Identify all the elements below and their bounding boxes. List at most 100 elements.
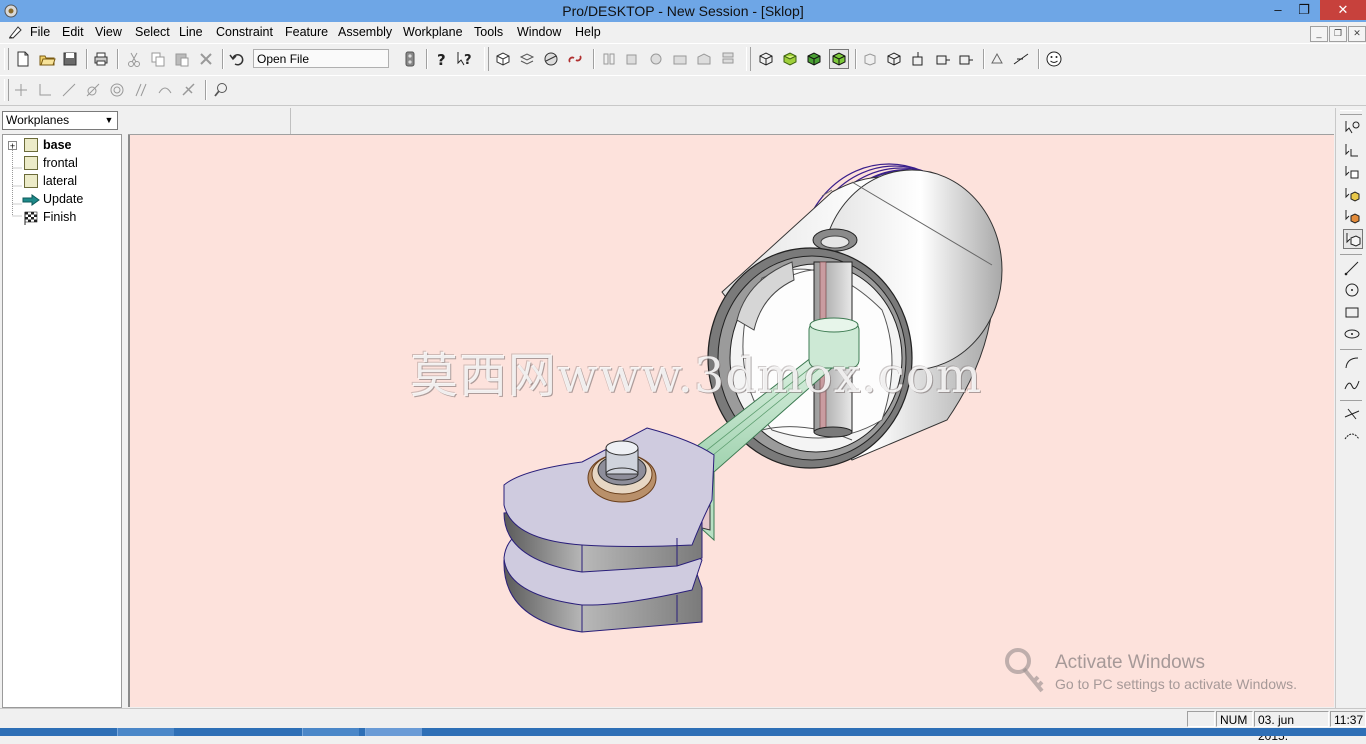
menu-window[interactable]: Window bbox=[517, 25, 561, 39]
child-restore-button[interactable]: ❐ bbox=[1329, 26, 1347, 42]
enhanced-view-icon[interactable] bbox=[829, 49, 849, 69]
menu-feature[interactable]: Feature bbox=[285, 25, 328, 39]
pattern-icon[interactable] bbox=[719, 50, 737, 68]
menu-file[interactable]: File bbox=[30, 25, 50, 39]
open-file-combo[interactable]: Open File bbox=[253, 49, 389, 68]
trim-line-icon[interactable] bbox=[1343, 405, 1361, 423]
view-front-icon[interactable] bbox=[861, 50, 879, 68]
child-minimize-button[interactable]: _ bbox=[1310, 26, 1328, 42]
document-icon[interactable] bbox=[8, 25, 24, 39]
toolbar-grip[interactable] bbox=[1340, 110, 1362, 115]
menu-assembly[interactable]: Assembly bbox=[338, 25, 392, 39]
draw-line-icon[interactable] bbox=[1343, 259, 1361, 277]
select-edge-icon[interactable] bbox=[1343, 141, 1361, 159]
menu-select[interactable]: Select bbox=[135, 25, 170, 39]
menu-help[interactable]: Help bbox=[575, 25, 601, 39]
select-component-icon[interactable] bbox=[1343, 229, 1363, 249]
maximize-button[interactable]: ❐ bbox=[1290, 0, 1318, 20]
windows-taskbar bbox=[0, 728, 1366, 736]
traffic-light-icon[interactable] bbox=[401, 50, 419, 68]
draw-circle-icon[interactable] bbox=[1343, 281, 1361, 299]
concentric-icon[interactable] bbox=[108, 81, 126, 99]
menu-view[interactable]: View bbox=[95, 25, 122, 39]
sweep-icon[interactable] bbox=[647, 50, 665, 68]
zoom-box-icon[interactable] bbox=[988, 50, 1006, 68]
point-constraint-icon[interactable] bbox=[12, 81, 30, 99]
toolbar-grip[interactable] bbox=[746, 47, 751, 71]
view-top-icon[interactable] bbox=[909, 50, 927, 68]
crankshaft[interactable] bbox=[503, 427, 715, 633]
print-icon[interactable] bbox=[92, 50, 110, 68]
select-pointer-icon[interactable] bbox=[1343, 118, 1361, 136]
loft-icon[interactable] bbox=[671, 50, 689, 68]
measure-icon[interactable] bbox=[1012, 50, 1030, 68]
chevron-down-icon[interactable]: ▼ bbox=[102, 113, 116, 128]
paste-icon[interactable] bbox=[173, 50, 191, 68]
toolbar-grip[interactable] bbox=[4, 79, 9, 101]
menu-constraint[interactable]: Constraint bbox=[216, 25, 273, 39]
save-icon[interactable] bbox=[61, 50, 79, 68]
shaded-edges-icon[interactable] bbox=[805, 50, 823, 68]
3d-viewport[interactable] bbox=[128, 135, 1334, 707]
toolbar-grip[interactable] bbox=[484, 47, 489, 71]
menu-edit[interactable]: Edit bbox=[62, 25, 84, 39]
menu-tools[interactable]: Tools bbox=[474, 25, 503, 39]
menu-bar: File Edit View Select Line Constraint Fe… bbox=[0, 22, 1366, 43]
perpendicular-icon[interactable] bbox=[36, 81, 54, 99]
view-right-icon[interactable] bbox=[957, 50, 975, 68]
shaded-view-icon[interactable] bbox=[781, 50, 799, 68]
view-side-icon[interactable] bbox=[933, 50, 951, 68]
parallel-icon[interactable] bbox=[132, 81, 150, 99]
cut-icon[interactable] bbox=[125, 50, 143, 68]
taskbar-button-active[interactable] bbox=[365, 728, 422, 736]
left-panel: Workplanes ▼ + base frontal lateral Upda… bbox=[0, 108, 126, 708]
offset-icon[interactable] bbox=[1343, 427, 1361, 445]
workplane-icon bbox=[24, 138, 38, 152]
design-layers-icon[interactable] bbox=[518, 50, 536, 68]
taskbar-button[interactable] bbox=[117, 728, 174, 736]
smiley-icon[interactable] bbox=[1045, 50, 1063, 68]
title-bar: Pro/DESKTOP - New Session - [Sklop] ‒ ❐ … bbox=[0, 0, 1366, 22]
fix-icon[interactable] bbox=[180, 81, 198, 99]
new-file-icon[interactable] bbox=[14, 50, 32, 68]
select-feature-icon[interactable] bbox=[1343, 185, 1361, 203]
context-help-icon[interactable]: ? bbox=[456, 50, 474, 68]
new-design-icon[interactable] bbox=[494, 50, 512, 68]
viewport-tab[interactable] bbox=[128, 108, 291, 134]
close-button[interactable]: ✕ bbox=[1320, 0, 1366, 20]
toolbar-separator bbox=[983, 49, 985, 69]
line-icon[interactable] bbox=[60, 81, 78, 99]
tangent-icon[interactable] bbox=[84, 81, 102, 99]
undo-icon[interactable] bbox=[228, 50, 246, 68]
open-folder-icon[interactable] bbox=[38, 50, 56, 68]
view-iso-icon[interactable] bbox=[885, 50, 903, 68]
help-icon[interactable]: ? bbox=[433, 50, 451, 68]
select-part-icon[interactable] bbox=[1343, 207, 1361, 225]
toolbar-grip[interactable] bbox=[4, 48, 9, 70]
piston-assembly-model[interactable] bbox=[130, 135, 1334, 707]
menu-line[interactable]: Line bbox=[179, 25, 203, 39]
draw-ellipse-icon[interactable] bbox=[1343, 325, 1361, 343]
workplanes-dropdown[interactable]: Workplanes ▼ bbox=[2, 111, 118, 130]
taskbar-button[interactable] bbox=[302, 728, 359, 736]
draw-spline-icon[interactable] bbox=[1343, 376, 1361, 394]
select-face-icon[interactable] bbox=[1343, 163, 1361, 181]
minimize-button[interactable]: ‒ bbox=[1264, 0, 1292, 20]
toolbar-separator bbox=[222, 49, 224, 69]
trim-icon[interactable] bbox=[156, 81, 174, 99]
extrude-icon[interactable] bbox=[600, 50, 618, 68]
copy-icon[interactable] bbox=[149, 50, 167, 68]
tree-item-label: frontal bbox=[43, 156, 78, 170]
revolve-icon[interactable] bbox=[623, 50, 641, 68]
toolbar-separator bbox=[855, 49, 857, 69]
wireframe-view-icon[interactable] bbox=[757, 50, 775, 68]
draw-arc-icon[interactable] bbox=[1343, 354, 1361, 372]
zoom-icon[interactable] bbox=[212, 81, 230, 99]
link-icon[interactable] bbox=[566, 50, 584, 68]
render-icon[interactable] bbox=[542, 50, 560, 68]
child-close-button[interactable]: ✕ bbox=[1348, 26, 1366, 42]
shell-icon[interactable] bbox=[695, 50, 713, 68]
menu-workplane[interactable]: Workplane bbox=[403, 25, 463, 39]
draw-rectangle-icon[interactable] bbox=[1343, 303, 1361, 321]
delete-icon[interactable] bbox=[197, 50, 215, 68]
